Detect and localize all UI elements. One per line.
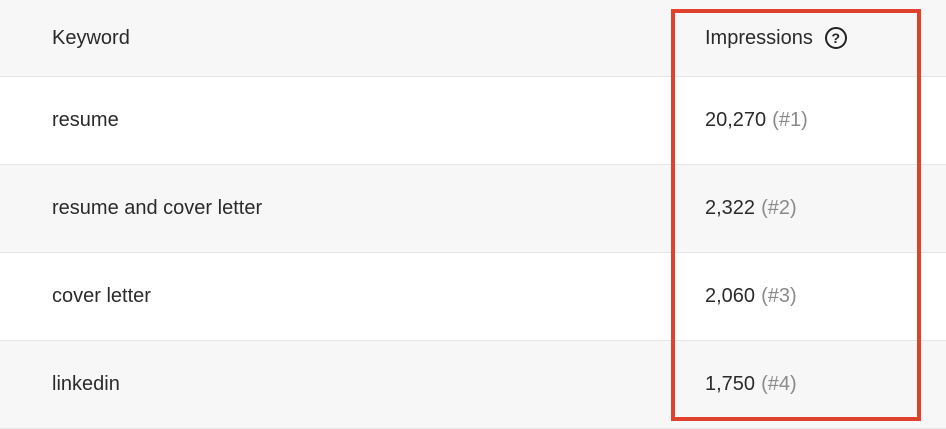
table-row: linkedin 1,750 (#4) <box>0 341 946 429</box>
rank-badge: (#2) <box>761 197 797 219</box>
impressions-value: 2,060 <box>705 285 756 307</box>
table-row: cover letter 2,060 (#3) <box>0 253 946 341</box>
impressions-cell: 20,270 (#1) <box>705 77 808 164</box>
keyword-cell: linkedin <box>52 373 120 395</box>
impressions-value: 2,322 <box>705 197 756 219</box>
header-impressions-label: Impressions <box>705 26 813 49</box>
table-row: resume and cover letter 2,322 (#2) <box>0 165 946 253</box>
table-header: Keyword Impressions ? <box>0 0 946 77</box>
question-circle-icon[interactable]: ? <box>824 27 847 49</box>
header-keyword[interactable]: Keyword <box>52 0 130 76</box>
impressions-cell: 2,060 (#3) <box>705 253 797 340</box>
table-row: resume 20,270 (#1) <box>0 77 946 165</box>
impressions-cell: 2,322 (#2) <box>705 165 797 252</box>
impressions-value: 1,750 <box>705 373 756 395</box>
impressions-value: 20,270 <box>705 109 767 131</box>
impressions-cell: 1,750 (#4) <box>705 341 797 428</box>
rank-badge: (#3) <box>761 285 797 307</box>
keyword-cell: resume <box>52 109 119 131</box>
rank-badge: (#1) <box>772 109 808 131</box>
keyword-cell: cover letter <box>52 285 151 307</box>
keyword-cell: resume and cover letter <box>52 197 263 219</box>
header-impressions[interactable]: Impressions ? <box>705 0 847 76</box>
keyword-table: Keyword Impressions ? resume 20,270 (#1)… <box>0 0 946 429</box>
rank-badge: (#4) <box>761 373 797 395</box>
